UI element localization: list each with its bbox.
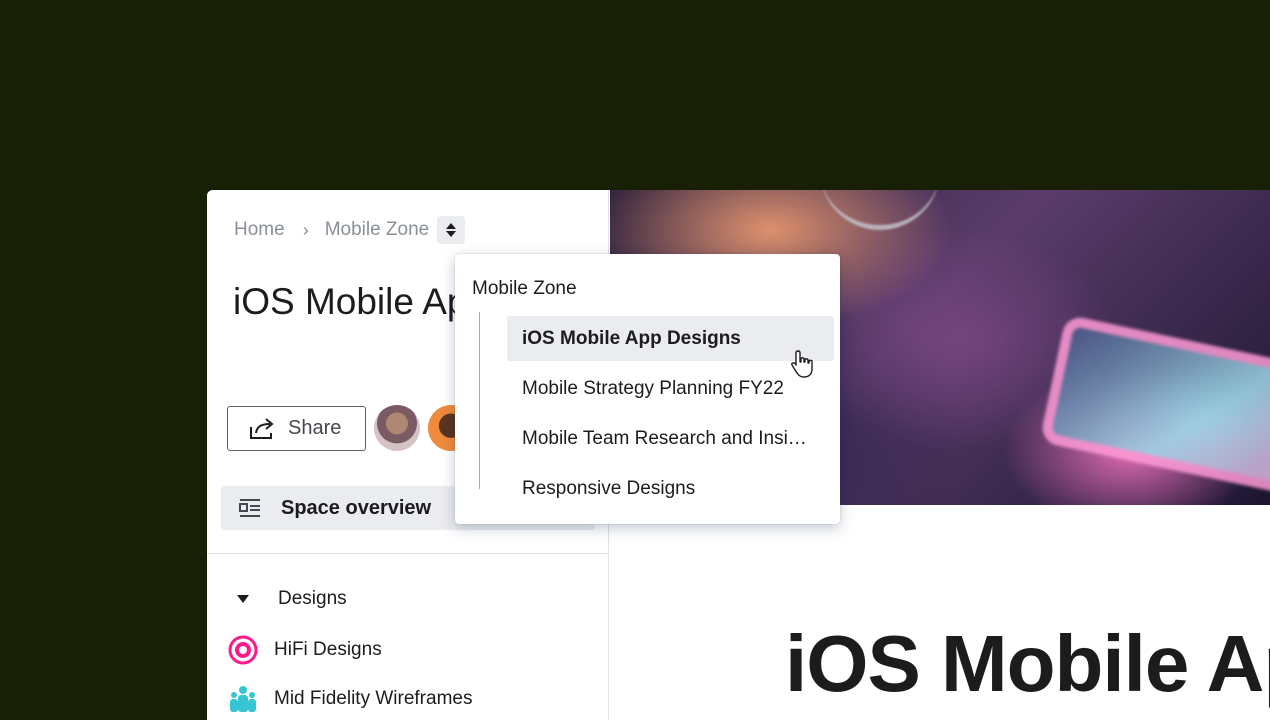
dropdown-item-label: Responsive Designs bbox=[522, 477, 696, 499]
dropdown-item-label: Mobile Team Research and Insights bbox=[522, 427, 817, 449]
avatar[interactable] bbox=[374, 405, 420, 451]
space-switcher-button[interactable] bbox=[437, 216, 466, 244]
share-icon bbox=[250, 417, 274, 439]
breadcrumb: Home › Mobile Zone bbox=[234, 216, 466, 244]
caret-down-icon bbox=[237, 595, 249, 603]
sort-arrows-icon bbox=[446, 223, 457, 237]
header-image-detail bbox=[820, 190, 940, 230]
target-icon bbox=[227, 634, 259, 666]
section-label: Designs bbox=[278, 588, 347, 609]
tree-connector bbox=[479, 312, 480, 489]
sidebar-item-mid-fidelity-wireframes[interactable]: Mid Fidelity Wireframes bbox=[227, 683, 472, 715]
sidebar-item-hifi-designs[interactable]: HiFi Designs bbox=[227, 634, 382, 666]
share-label: Share bbox=[288, 417, 342, 439]
dropdown-item-mobile-strategy-planning[interactable]: Mobile Strategy Planning FY22 bbox=[507, 366, 834, 411]
dropdown-item-label: Mobile Strategy Planning FY22 bbox=[522, 377, 784, 399]
dropdown-heading[interactable]: Mobile Zone bbox=[472, 278, 577, 300]
dropdown-item-responsive-designs[interactable]: Responsive Designs bbox=[507, 466, 834, 511]
header-image-detail bbox=[1039, 314, 1270, 496]
main-page-title: iOS Mobile App Designs bbox=[785, 619, 1270, 708]
page-title: iOS Mobile App Designs bbox=[233, 281, 473, 322]
breadcrumb-home-link[interactable]: Home bbox=[234, 219, 285, 241]
sidebar-divider bbox=[207, 553, 609, 554]
space-switcher-dropdown: Mobile Zone iOS Mobile App Designs Mobil… bbox=[455, 254, 840, 524]
dropdown-item-label: iOS Mobile App Designs bbox=[522, 327, 741, 349]
sidebar-item-label: HiFi Designs bbox=[274, 639, 382, 660]
share-button[interactable]: Share bbox=[227, 406, 366, 451]
hand-pointer-cursor-icon bbox=[791, 350, 813, 378]
breadcrumb-separator: › bbox=[302, 219, 309, 240]
breadcrumb-current-link[interactable]: Mobile Zone bbox=[325, 219, 430, 241]
dropdown-item-ios-mobile-app-designs[interactable]: iOS Mobile App Designs bbox=[507, 316, 834, 361]
sidebar-item-label: Mid Fidelity Wireframes bbox=[274, 688, 473, 709]
dropdown-item-mobile-team-research[interactable]: Mobile Team Research and Insights bbox=[507, 416, 834, 461]
people-icon bbox=[227, 683, 259, 715]
space-overview-label: Space overview bbox=[281, 496, 432, 519]
designs-section-toggle[interactable]: Designs bbox=[237, 588, 347, 610]
overview-icon bbox=[239, 499, 260, 517]
